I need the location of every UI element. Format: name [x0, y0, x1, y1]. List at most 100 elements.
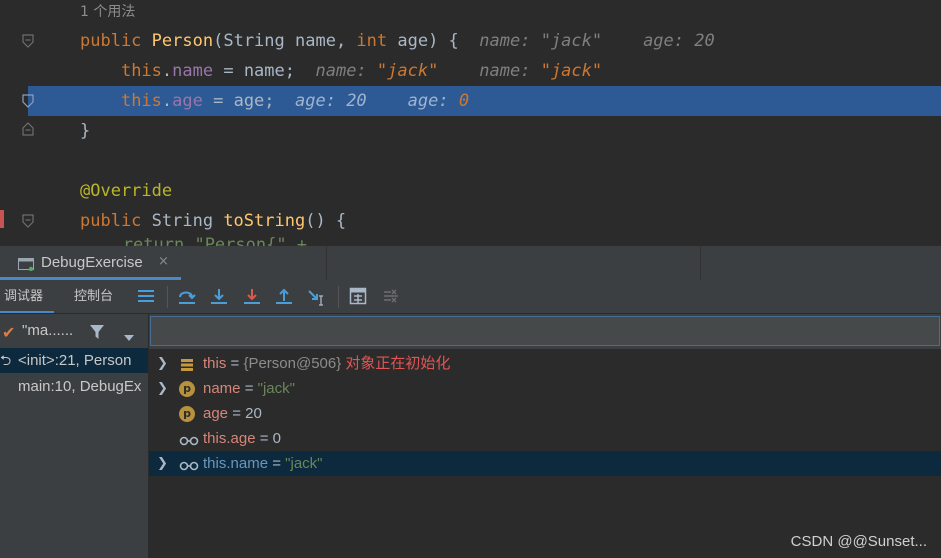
keyword: public — [80, 211, 142, 231]
watch-icon — [179, 456, 199, 472]
code-line-close-brace[interactable]: } — [80, 116, 90, 146]
variable-value: 20 — [245, 405, 262, 422]
variable-value: 0 — [272, 430, 281, 447]
inline-value-hint: name: "jack" — [479, 31, 603, 51]
method-name: toString — [223, 211, 306, 231]
evaluate-bar — [149, 314, 941, 349]
equals-sign: = — [226, 355, 244, 372]
frame-label: main:10, DebugEx — [18, 378, 142, 395]
tab-console[interactable]: 控制台 — [74, 280, 113, 313]
divider — [338, 286, 339, 308]
variable-name: this — [203, 355, 227, 372]
layout-icon[interactable] — [137, 287, 157, 307]
assignment: = name; — [213, 61, 295, 81]
field-name: age — [172, 91, 203, 111]
assignment: = age; — [202, 91, 275, 111]
variable-name: this.name — [203, 455, 269, 472]
fold-icon[interactable] — [22, 34, 34, 48]
evaluate-icon[interactable] — [349, 287, 369, 307]
inline-value-hint: age: 20 — [295, 91, 367, 111]
code-line-assign-name[interactable]: this.name = name; name: "jack" name: "ja… — [80, 56, 602, 86]
param-age: age) { — [387, 31, 459, 51]
inline-value-hint: age: 20 — [643, 31, 715, 51]
watermark: CSDN @@Sunset... — [790, 533, 927, 550]
thread-selector[interactable]: ✔ "ma...... — [0, 314, 148, 348]
keyword: int — [356, 31, 388, 51]
parameter-icon: p — [179, 381, 195, 397]
inline-value: "jack" — [540, 61, 603, 81]
variable-row-name[interactable]: ❯ p name = "jack" — [149, 376, 941, 401]
variable-row-this-age[interactable]: this.age = 0 — [149, 426, 941, 451]
tab-debugger[interactable]: 调试器 — [0, 280, 54, 313]
divider — [700, 246, 701, 280]
variable-row-this-name[interactable]: ❯ this.name = "jack" — [149, 451, 941, 476]
variable-name: age — [203, 405, 229, 422]
step-into-icon[interactable] — [209, 287, 229, 307]
variable-row-age[interactable]: p age = 20 — [149, 401, 941, 426]
inline-value: "jack" — [376, 61, 439, 81]
check-icon: ✔ — [2, 323, 16, 342]
frame-label: <init>:21, Person — [18, 352, 132, 369]
filter-icon[interactable] — [89, 324, 105, 344]
variables-panel: ❯ this = {Person@506} 对象正在初始化 ❯ p name =… — [149, 314, 941, 558]
chevron-right-icon[interactable]: ❯ — [157, 376, 168, 401]
code-line-annotation[interactable]: @Override — [80, 176, 172, 206]
fold-icon[interactable] — [22, 94, 34, 108]
usages-hint[interactable]: 1 个用法 — [80, 1, 135, 21]
chevron-down-icon[interactable] — [123, 327, 135, 346]
inline-value-hint: age: — [407, 91, 459, 111]
inline-value-hint: name: — [479, 61, 541, 81]
variable-value: "jack" — [257, 380, 295, 397]
fold-icon[interactable] — [22, 214, 34, 228]
run-to-cursor-icon[interactable] — [307, 287, 327, 307]
debug-toolbar: 调试器 控制台 — [0, 280, 941, 314]
parameter-icon: p — [179, 406, 195, 422]
code-editor[interactable]: 1 个用法 public Person(String name, int age… — [0, 0, 941, 246]
divider — [326, 246, 327, 280]
frame-row[interactable]: main:10, DebugEx — [0, 374, 148, 399]
step-over-icon[interactable] — [177, 287, 197, 307]
chevron-right-icon[interactable]: ❯ — [157, 351, 168, 376]
evaluate-expression-input[interactable] — [150, 316, 940, 346]
variable-value: {Person@506} — [243, 355, 342, 372]
code-line-assign-age[interactable]: this.age = age; age: 20 age: 0 — [80, 86, 469, 116]
return-icon: ⮌ — [0, 353, 12, 369]
chevron-right-icon[interactable]: ❯ — [157, 451, 168, 476]
trace-icon[interactable] — [382, 287, 402, 307]
keyword-this: this — [120, 61, 162, 81]
field-name: name — [172, 61, 214, 81]
inline-value-hint: name: — [315, 61, 377, 81]
code-line-constructor[interactable]: public Person(String name, int age) { na… — [80, 26, 715, 56]
debug-session-label: DebugExercise — [41, 254, 143, 271]
object-field-icon — [179, 356, 195, 372]
dot: . — [161, 61, 173, 81]
equals-sign: = — [228, 405, 246, 422]
frames-panel: ✔ "ma...... ⮌ <init>:21, Person main:10, … — [0, 314, 149, 558]
override-marker-icon[interactable] — [0, 210, 4, 228]
debug-session-tab[interactable]: DebugExercise × — [0, 246, 181, 280]
variable-value: "jack" — [285, 455, 323, 472]
equals-sign: = — [255, 430, 273, 447]
fold-end-icon[interactable] — [22, 122, 34, 136]
return-type: String — [141, 211, 224, 231]
keyword: public — [80, 31, 142, 51]
frame-row[interactable]: ⮌ <init>:21, Person — [0, 348, 148, 373]
variable-row-this[interactable]: ❯ this = {Person@506} 对象正在初始化 — [149, 351, 941, 376]
variable-note: 对象正在初始化 — [341, 355, 451, 372]
step-out-icon[interactable] — [274, 287, 294, 307]
constructor-name: Person — [151, 31, 214, 51]
equals-sign: = — [240, 380, 258, 397]
method-params: () { — [305, 211, 347, 231]
debug-console-icon — [18, 256, 34, 272]
force-step-into-icon[interactable] — [242, 287, 262, 307]
keyword-this: this — [120, 91, 162, 111]
inline-value: 0 — [458, 91, 470, 111]
code-line-partial[interactable]: return "Person{" + — [0, 230, 307, 246]
divider — [167, 286, 168, 308]
paren: ( — [213, 31, 224, 51]
dot: . — [161, 91, 173, 111]
close-icon[interactable]: × — [158, 254, 169, 269]
watch-icon — [179, 431, 199, 447]
debug-tool-window: DebugExercise × 调试器 控制台 ✔ "ma...... ⮌ <i… — [0, 246, 941, 558]
variable-name: name — [203, 380, 241, 397]
